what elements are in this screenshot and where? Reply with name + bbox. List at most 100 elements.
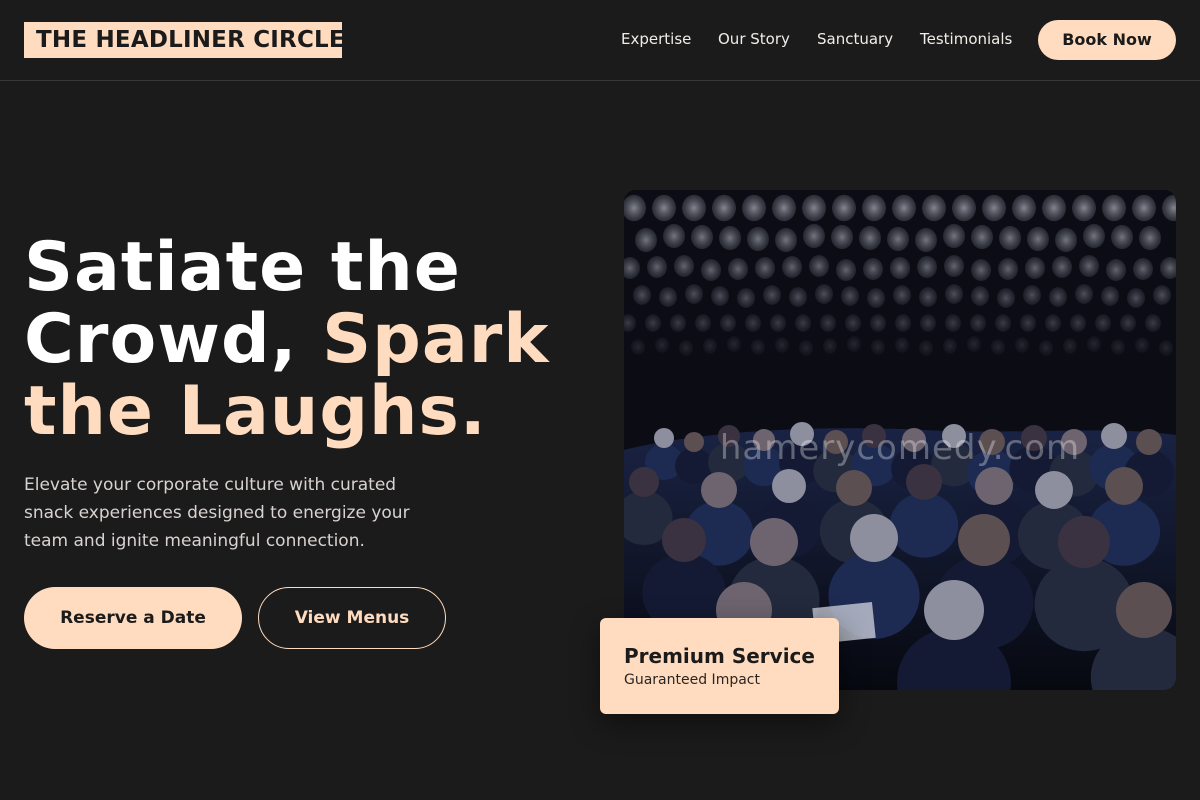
bokeh-light xyxy=(635,227,657,253)
bokeh-light xyxy=(997,288,1015,308)
bokeh-light xyxy=(917,256,937,278)
bokeh-light xyxy=(809,255,829,277)
audience-member-body xyxy=(889,492,959,558)
bokeh-light xyxy=(1102,194,1126,222)
bokeh-light xyxy=(789,287,807,307)
audience-member-head xyxy=(701,472,737,508)
bokeh-light xyxy=(845,314,861,332)
bokeh-light xyxy=(863,258,883,280)
brand-logo[interactable]: THE HEADLINER CIRCLE xyxy=(24,22,345,58)
bokeh-light xyxy=(945,314,961,332)
audience-member-head xyxy=(1105,467,1143,505)
hero-title-line2-white: Crowd, xyxy=(24,300,323,379)
bokeh-light xyxy=(1072,194,1096,222)
bokeh-light xyxy=(645,314,661,332)
hero-title-line2-accent: Spark xyxy=(322,300,550,379)
bokeh-light xyxy=(1049,287,1067,307)
bokeh-light xyxy=(895,314,911,332)
audience-member-head xyxy=(629,467,659,497)
bokeh-light xyxy=(841,286,859,306)
view-menus-button[interactable]: View Menus xyxy=(258,587,446,649)
bokeh-light xyxy=(728,258,748,280)
bokeh-light xyxy=(1055,227,1077,253)
bokeh-light xyxy=(795,314,811,332)
bokeh-light xyxy=(1133,258,1153,280)
nav-link-sanctuary[interactable]: Sanctuary xyxy=(817,29,893,49)
bokeh-light xyxy=(763,285,781,305)
audience-member-head xyxy=(850,514,898,562)
bokeh-light xyxy=(1106,259,1126,281)
card-subtitle: Guaranteed Impact xyxy=(624,672,760,688)
bokeh-light xyxy=(832,194,856,222)
bokeh-light xyxy=(652,194,676,222)
bokeh-light xyxy=(745,314,761,332)
audience-member-head xyxy=(975,467,1013,505)
bokeh-light xyxy=(867,288,885,308)
bokeh-light xyxy=(915,227,937,253)
audience-member-head xyxy=(1035,471,1073,509)
bokeh-light xyxy=(633,285,651,305)
bokeh-light xyxy=(952,194,976,222)
bokeh-light xyxy=(995,314,1011,332)
bokeh-light xyxy=(691,224,713,250)
bokeh-light xyxy=(663,223,685,249)
audience-member-head xyxy=(1116,582,1172,638)
bokeh-light xyxy=(674,255,694,277)
bokeh-light xyxy=(719,225,741,251)
bokeh-light xyxy=(887,226,909,252)
bokeh-light xyxy=(1083,223,1105,249)
bokeh-light xyxy=(682,194,706,222)
bokeh-light xyxy=(1153,285,1171,305)
bokeh-light xyxy=(836,259,856,281)
bokeh-light xyxy=(742,194,766,222)
hero-title-line1: Satiate the xyxy=(24,228,461,307)
bokeh-light xyxy=(944,255,964,277)
audience-member-head xyxy=(750,518,798,566)
nav-link-our-story[interactable]: Our Story xyxy=(718,29,790,49)
hero-subtitle: Elevate your corporate culture with cura… xyxy=(24,475,410,551)
audience-member-head xyxy=(1058,516,1110,568)
audience-member-head xyxy=(924,580,984,640)
premium-service-card: Premium Service Guaranteed Impact xyxy=(600,618,839,714)
bokeh-light xyxy=(701,259,721,281)
bokeh-light xyxy=(1042,194,1066,222)
bokeh-light xyxy=(1127,288,1145,308)
bokeh-light xyxy=(1139,225,1161,251)
hero-title: Satiate the Crowd, Spark the Laughs. xyxy=(24,232,604,448)
bokeh-light xyxy=(970,314,986,332)
nav-link-expertise[interactable]: Expertise xyxy=(621,29,691,49)
hero-photo: hamerycomedy.com xyxy=(624,190,1176,690)
bokeh-light xyxy=(1012,194,1036,222)
bokeh-light xyxy=(945,284,963,304)
bokeh-light xyxy=(1075,284,1093,304)
bokeh-light xyxy=(1070,314,1086,332)
bokeh-light xyxy=(999,225,1021,251)
bokeh-light xyxy=(920,314,936,332)
bokeh-light xyxy=(982,194,1006,222)
audience-member-head xyxy=(772,469,806,503)
book-now-button[interactable]: Book Now xyxy=(1038,20,1176,60)
bokeh-light xyxy=(971,224,993,250)
bokeh-light xyxy=(737,288,755,308)
bokeh-light xyxy=(971,286,989,306)
bokeh-light xyxy=(772,194,796,222)
bokeh-light xyxy=(1120,314,1136,332)
bokeh-light xyxy=(1025,257,1045,279)
bokeh-light xyxy=(1045,314,1061,332)
nav-link-testimonials[interactable]: Testimonials xyxy=(920,29,1012,49)
audience-member-head xyxy=(906,464,942,500)
bokeh-light xyxy=(820,314,836,332)
bokeh-light xyxy=(815,284,833,304)
bokeh-light xyxy=(1052,256,1072,278)
audience-member-head xyxy=(662,518,706,562)
bokeh-light xyxy=(922,194,946,222)
bokeh-light xyxy=(659,287,677,307)
bokeh-light xyxy=(670,314,686,332)
bokeh-light xyxy=(803,223,825,249)
card-title: Premium Service xyxy=(624,644,815,668)
bokeh-light xyxy=(862,194,886,222)
bokeh-light xyxy=(943,223,965,249)
bokeh-light xyxy=(647,256,667,278)
bokeh-light xyxy=(1095,314,1111,332)
reserve-date-button[interactable]: Reserve a Date xyxy=(24,587,242,649)
